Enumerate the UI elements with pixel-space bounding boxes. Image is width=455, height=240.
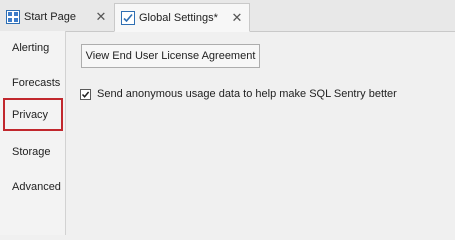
checkmark-icon <box>81 91 90 98</box>
sidebar-item-forecasts[interactable]: Forecasts <box>3 66 63 99</box>
usage-data-checkbox[interactable] <box>80 88 91 100</box>
close-icon[interactable]: ✕ <box>95 10 107 23</box>
tab-global-settings[interactable]: Global Settings* ✕ <box>114 3 250 32</box>
sidebar-item-advanced[interactable]: Advanced <box>3 170 63 203</box>
settings-checklist-icon <box>121 10 135 25</box>
sidebar-item-storage[interactable]: Storage <box>3 135 63 168</box>
privacy-settings-panel: View End User License Agreement Send ano… <box>66 32 455 235</box>
sidebar-item-label: Advanced <box>12 180 61 193</box>
sidebar-item-alerting[interactable]: Alerting <box>3 31 63 64</box>
sidebar-item-privacy[interactable]: Privacy <box>3 98 63 131</box>
settings-sidebar: Alerting Forecasts Privacy Storage Advan… <box>0 31 66 235</box>
start-page-grid-icon <box>6 9 20 24</box>
sidebar-item-label: Privacy <box>12 108 49 121</box>
view-eula-button[interactable]: View End User License Agreement <box>81 44 260 68</box>
sidebar-item-label: Storage <box>12 145 51 158</box>
close-icon[interactable]: ✕ <box>231 11 243 24</box>
tab-start-page[interactable]: Start Page ✕ <box>0 3 113 30</box>
tab-start-page-label: Start Page <box>24 10 76 23</box>
usage-data-option[interactable]: Send anonymous usage data to help make S… <box>80 88 397 100</box>
sidebar-item-label: Alerting <box>12 41 50 54</box>
document-tab-strip: Start Page ✕ Global Settings* ✕ <box>0 0 455 32</box>
usage-data-label: Send anonymous usage data to help make S… <box>97 88 397 100</box>
tab-global-settings-label: Global Settings* <box>139 11 218 24</box>
sidebar-item-label: Forecasts <box>12 76 61 89</box>
